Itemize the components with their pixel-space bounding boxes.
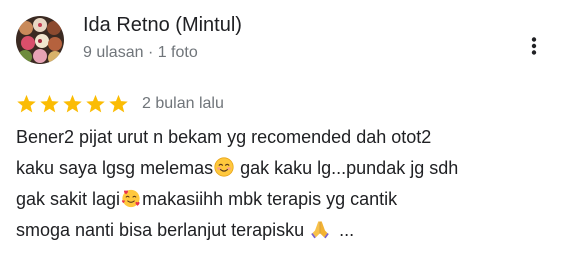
more-options-button[interactable] bbox=[516, 28, 552, 64]
review-text: Bener2 pijat urut n bekam yg recomended … bbox=[16, 122, 556, 246]
author-avatar[interactable] bbox=[16, 16, 64, 64]
review-text-segment: smoga nanti bisa berlanjut terapisku bbox=[16, 220, 310, 240]
review-card: Ida Retno (Mintul) 9 ulasan · 1 foto 2 b… bbox=[0, 0, 569, 274]
smiling-face-with-hearts-emoji-icon bbox=[121, 188, 141, 208]
review-text-ellipsis[interactable]: ... bbox=[339, 220, 354, 240]
review-text-segment: kaku saya lgsg melemas bbox=[16, 158, 214, 178]
review-text-segment: makasiihh mbk terapis yg cantik bbox=[142, 189, 398, 209]
star-rating bbox=[16, 94, 129, 114]
star-icon bbox=[39, 94, 60, 114]
smiling-face-emoji-icon bbox=[214, 157, 234, 177]
rating-row: 2 bulan lalu bbox=[16, 92, 224, 116]
review-date: 2 bulan lalu bbox=[142, 95, 224, 112]
avatar-photo bbox=[16, 16, 64, 64]
star-icon bbox=[85, 94, 106, 114]
review-text-line-1: Bener2 pijat urut n bekam yg recomended … bbox=[16, 127, 432, 147]
star-icon bbox=[108, 94, 129, 114]
review-text-line-2: kaku saya lgsg melemas gak kaku lg...pun… bbox=[16, 153, 556, 184]
author-name[interactable]: Ida Retno (Mintul) bbox=[83, 12, 242, 38]
review-text-segment: gak kaku lg...pundak jg sdh bbox=[235, 158, 459, 178]
star-icon bbox=[62, 94, 83, 114]
author-meta: 9 ulasan · 1 foto bbox=[83, 44, 198, 61]
folded-hands-emoji-icon bbox=[310, 219, 330, 239]
more-vert-icon bbox=[531, 37, 537, 55]
star-icon bbox=[16, 94, 37, 114]
review-text-line-3: gak sakit lagi makasiihh mbk terapis yg c… bbox=[16, 184, 556, 215]
review-text-segment: gak sakit lagi bbox=[16, 189, 121, 209]
review-text-line-4: smoga nanti bisa berlanjut terapisku ... bbox=[16, 215, 556, 246]
